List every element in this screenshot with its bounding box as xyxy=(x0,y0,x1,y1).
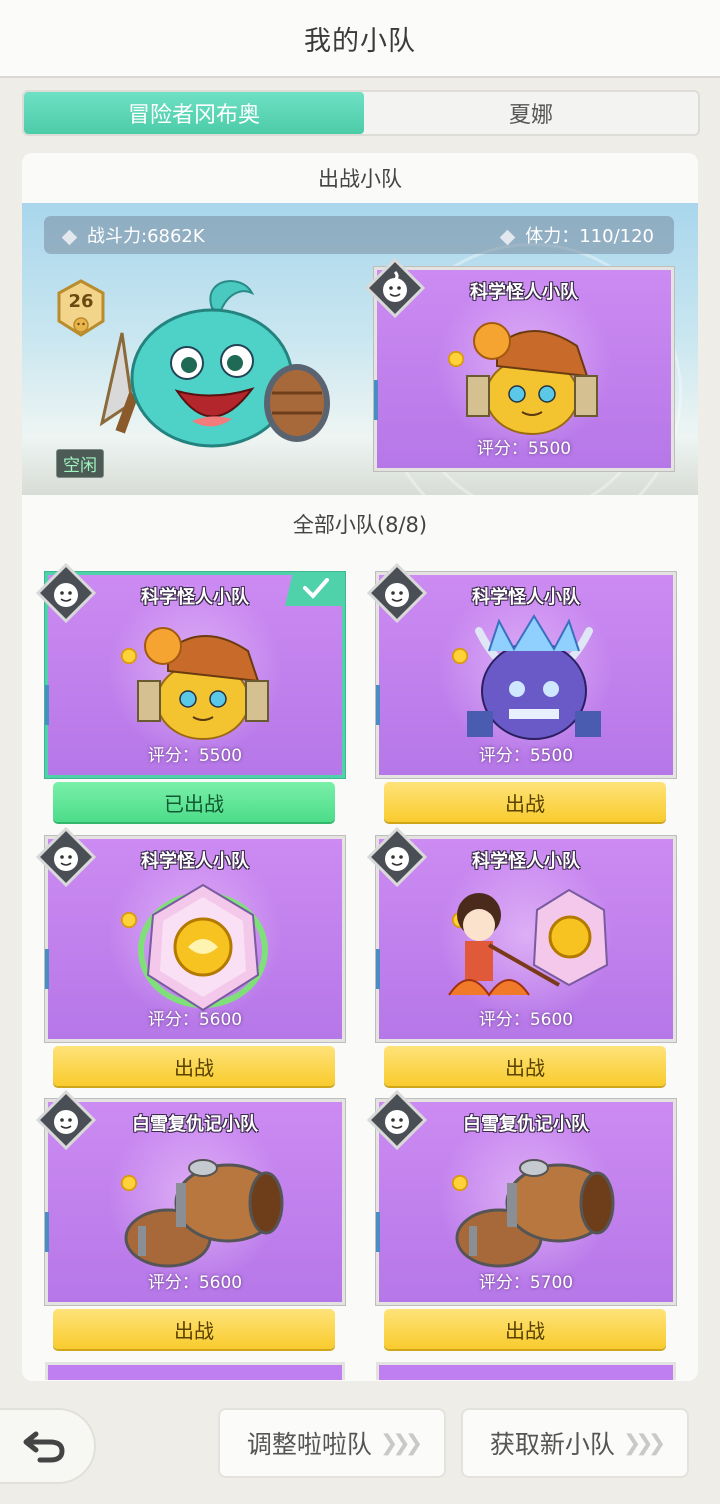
stamina-stat: 体力：110/120 xyxy=(499,222,654,248)
adjust-cheer-button[interactable]: 调整啦啦队 ❯❯❯ xyxy=(218,1408,446,1478)
team-card[interactable]: 科学怪人小队 评分：5600 xyxy=(367,827,676,1042)
barrels-art xyxy=(455,1159,615,1268)
gumball-hero-portrait[interactable] xyxy=(92,273,332,463)
team-score: 评分：5600 xyxy=(478,1010,574,1030)
team-card-partial[interactable] xyxy=(376,1362,676,1380)
deploy-button[interactable]: 出战 xyxy=(53,1309,335,1349)
back-button[interactable] xyxy=(0,1408,96,1484)
active-team-card[interactable]: 科学怪人小队 评分：5500 xyxy=(365,258,674,471)
crystal-art xyxy=(138,883,268,1012)
team-score: 评分：5500 xyxy=(476,439,572,459)
deploy-button[interactable]: 出战 xyxy=(384,1046,666,1086)
apple-knight-art xyxy=(137,627,269,740)
team-card[interactable]: 科学怪人小队 评分：5500 xyxy=(36,563,345,778)
diamond-icon xyxy=(61,229,78,245)
team-card-partial[interactable] xyxy=(45,1362,345,1380)
deployed-button[interactable]: 已出战 xyxy=(53,782,335,822)
deploy-button[interactable]: 出战 xyxy=(53,1046,335,1086)
check-icon xyxy=(285,572,345,606)
team-score: 评分：5600 xyxy=(147,1010,243,1030)
status-tag: 空闲 xyxy=(56,449,104,478)
team-card[interactable]: 白雪复仇记小队 评分：5600 xyxy=(36,1090,345,1305)
team-score: 评分：5700 xyxy=(478,1273,574,1293)
deploy-button[interactable]: 出战 xyxy=(384,1309,666,1349)
ice-demon-art xyxy=(467,614,601,740)
all-teams-title: 全部小队(8/8) xyxy=(292,513,428,537)
tab-adventurer[interactable]: 冒险者冈布奥 xyxy=(24,92,364,134)
team-score: 评分：5500 xyxy=(147,746,243,766)
team-score: 评分：5500 xyxy=(478,746,574,766)
get-new-team-button[interactable]: 获取新小队 ❯❯❯ xyxy=(461,1408,689,1478)
tab-bar: 冒险者冈布奥 夏娜 xyxy=(22,90,700,136)
team-name: 科学怪人小队 xyxy=(472,851,580,872)
page-title: 我的小队 xyxy=(304,25,416,57)
team-card[interactable]: 科学怪人小队 评分：5500 xyxy=(367,563,676,778)
stats-bar: 战斗力:6862K 体力：110/120 xyxy=(44,216,674,254)
apple-knight-art xyxy=(466,322,598,435)
team-name: 科学怪人小队 xyxy=(470,282,578,303)
battle-section-title: 出战小队 xyxy=(318,167,402,191)
back-arrow-icon xyxy=(23,1431,65,1463)
tab-shana[interactable]: 夏娜 xyxy=(364,92,698,134)
team-name: 科学怪人小队 xyxy=(472,587,580,608)
chevrons-icon: ❯❯❯ xyxy=(622,1430,666,1456)
team-score: 评分：5600 xyxy=(147,1273,243,1293)
power-stat: 战斗力:6862K xyxy=(61,222,205,248)
team-card[interactable]: 科学怪人小队 评分：5600 xyxy=(36,827,345,1042)
barrels-art xyxy=(124,1159,284,1268)
fire-girl-art xyxy=(448,888,609,997)
battle-team-area: 战斗力:6862K 体力：110/120 26 空闲 科学怪人小队 评分：550… xyxy=(22,203,698,495)
team-card[interactable]: 白雪复仇记小队 评分：5700 xyxy=(367,1090,676,1305)
diamond-icon xyxy=(499,229,516,245)
team-name: 白雪复仇记小队 xyxy=(463,1114,589,1135)
team-name: 科学怪人小队 xyxy=(141,851,249,872)
chevrons-icon: ❯❯❯ xyxy=(379,1430,423,1456)
team-name: 白雪复仇记小队 xyxy=(132,1114,258,1135)
deploy-button[interactable]: 出战 xyxy=(384,782,666,822)
header-bar: 我的小队 xyxy=(0,0,720,78)
